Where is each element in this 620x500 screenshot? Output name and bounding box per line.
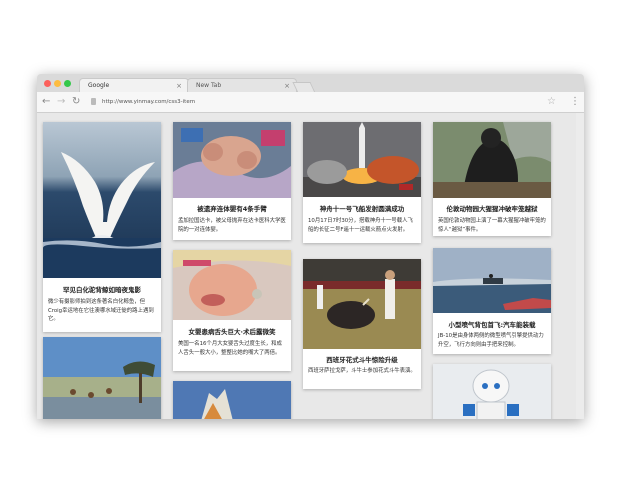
whale-image bbox=[43, 122, 161, 278]
close-tab-icon[interactable]: × bbox=[176, 79, 182, 93]
card-baby-tongue[interactable]: 女婴患病舌头巨大·术后露微笑 美国一名16个月大女婴舌头过度生长，和成人舌头一般… bbox=[173, 250, 291, 371]
card-conjoined-twins[interactable]: 被遗弃连体婴有4条手臂 孟加拉国达卡，被父母抛弃在达卡医科大学医院的一对连体婴。 bbox=[173, 122, 291, 240]
reload-icon[interactable]: ↻ bbox=[72, 96, 80, 108]
close-window-button[interactable] bbox=[44, 80, 51, 87]
menu-icon[interactable]: ⋮ bbox=[570, 96, 580, 108]
tab-bar: Google × New Tab × bbox=[37, 74, 584, 93]
close-tab-icon[interactable]: × bbox=[284, 79, 290, 93]
card-robot[interactable] bbox=[433, 364, 551, 419]
rocket-launch-image bbox=[303, 122, 421, 197]
card-title: 西班牙花式斗牛惊险升级 bbox=[326, 356, 398, 364]
card-shenzhou[interactable]: 神舟十一号飞船发射圆满成功 10月17日7时30分，搭载神舟十一号载人飞船的长征… bbox=[303, 122, 421, 243]
card-geyser[interactable] bbox=[173, 381, 291, 419]
card-white-whale[interactable]: 罕见白化驼背鲸如暗夜鬼影 微少有摄影师拍到这条著名白化鲸鱼，但Croig幸运地在… bbox=[43, 122, 161, 332]
card-savanna[interactable] bbox=[43, 337, 161, 419]
geyser-image bbox=[173, 381, 291, 419]
bullfight-image bbox=[303, 259, 421, 349]
bookmark-star-icon[interactable]: ☆ bbox=[547, 96, 556, 108]
gorilla-image bbox=[433, 122, 551, 198]
card-bullfight[interactable]: 西班牙花式斗牛惊险升级 西班牙萨拉戈萨，斗牛士参加花式斗牛表演。 bbox=[303, 259, 421, 389]
tab-google[interactable]: Google × bbox=[79, 78, 189, 92]
card-title: 伦敦动物园大猩猩冲破牢笼越狱 bbox=[446, 205, 538, 213]
jetpack-image bbox=[433, 248, 551, 313]
card-title: 被遗弃连体婴有4条手臂 bbox=[197, 205, 267, 213]
page-content: 罕见白化驼背鲸如暗夜鬼影 微少有摄影师拍到这条著名白化鲸鱼，但Croig幸运地在… bbox=[37, 113, 584, 419]
back-icon[interactable]: ← bbox=[42, 96, 50, 108]
card-description: 孟加拉国达卡，被父母抛弃在达卡医科大学医院的一对连体婴。 bbox=[178, 218, 286, 233]
card-description: 10月17日7时30分，搭载神舟十一号载人飞船的长征二号F遥十一运载火箭点火发射… bbox=[308, 218, 413, 233]
card-title: 神舟十一号飞船发射圆满成功 bbox=[319, 205, 405, 213]
card-title: 罕见白化驼背鲸如暗夜鬼影 bbox=[63, 286, 141, 294]
page-scrollbar[interactable] bbox=[576, 113, 584, 419]
card-jetpack[interactable]: 小型喷气背包首飞:汽车能装载 JB-10是由身体两侧的微型喷气引擎提供动力升空，… bbox=[433, 248, 551, 354]
address-bar[interactable]: http://www.yinmay.com/css3-item bbox=[102, 96, 537, 108]
card-description: 西班牙萨拉戈萨，斗牛士参加花式斗牛表演。 bbox=[308, 368, 416, 374]
page-icon bbox=[91, 98, 96, 105]
card-gorilla[interactable]: 伦敦动物园大猩猩冲破牢笼越狱 英国伦敦动物园上演了一幕大猩猩冲破牢笼的惊人“越狱… bbox=[433, 122, 551, 236]
twins-image bbox=[173, 122, 291, 198]
baby-image bbox=[173, 250, 291, 320]
forward-icon[interactable]: → bbox=[57, 96, 65, 108]
card-title: 女婴患病舌头巨大·术后露微笑 bbox=[188, 328, 276, 336]
card-description: JB-10是由身体两侧的微型喷气引擎提供动力升空，飞行方向则由手把来控制。 bbox=[438, 333, 544, 348]
card-title: 小型喷气背包首飞:汽车能装载 bbox=[448, 321, 536, 329]
tab-new-tab[interactable]: New Tab × bbox=[187, 78, 297, 92]
browser-toolbar: ← → ↻ http://www.yinmay.com/css3-item ☆ … bbox=[37, 92, 584, 113]
robot-image bbox=[433, 364, 551, 419]
savanna-image bbox=[43, 337, 161, 419]
minimize-window-button[interactable] bbox=[54, 80, 61, 87]
card-description: 英国伦敦动物园上演了一幕大猩猩冲破牢笼的惊人“越狱”事件。 bbox=[438, 218, 546, 233]
maximize-window-button[interactable] bbox=[64, 80, 71, 87]
tab-label: New Tab bbox=[196, 82, 222, 89]
tab-label: Google bbox=[88, 82, 110, 89]
card-description: 美国一名16个月大女婴舌头过度生长，和成人舌头一般大小，整整比她的嘴大了两倍。 bbox=[178, 341, 282, 356]
card-description: 微少有摄影师拍到这条著名白化鲸鱼，但Croig幸运地在它往澳哪水域迁徙的路上遇到… bbox=[48, 299, 154, 322]
browser-window: Google × New Tab × ← → ↻ http://www.yinm… bbox=[37, 74, 584, 419]
